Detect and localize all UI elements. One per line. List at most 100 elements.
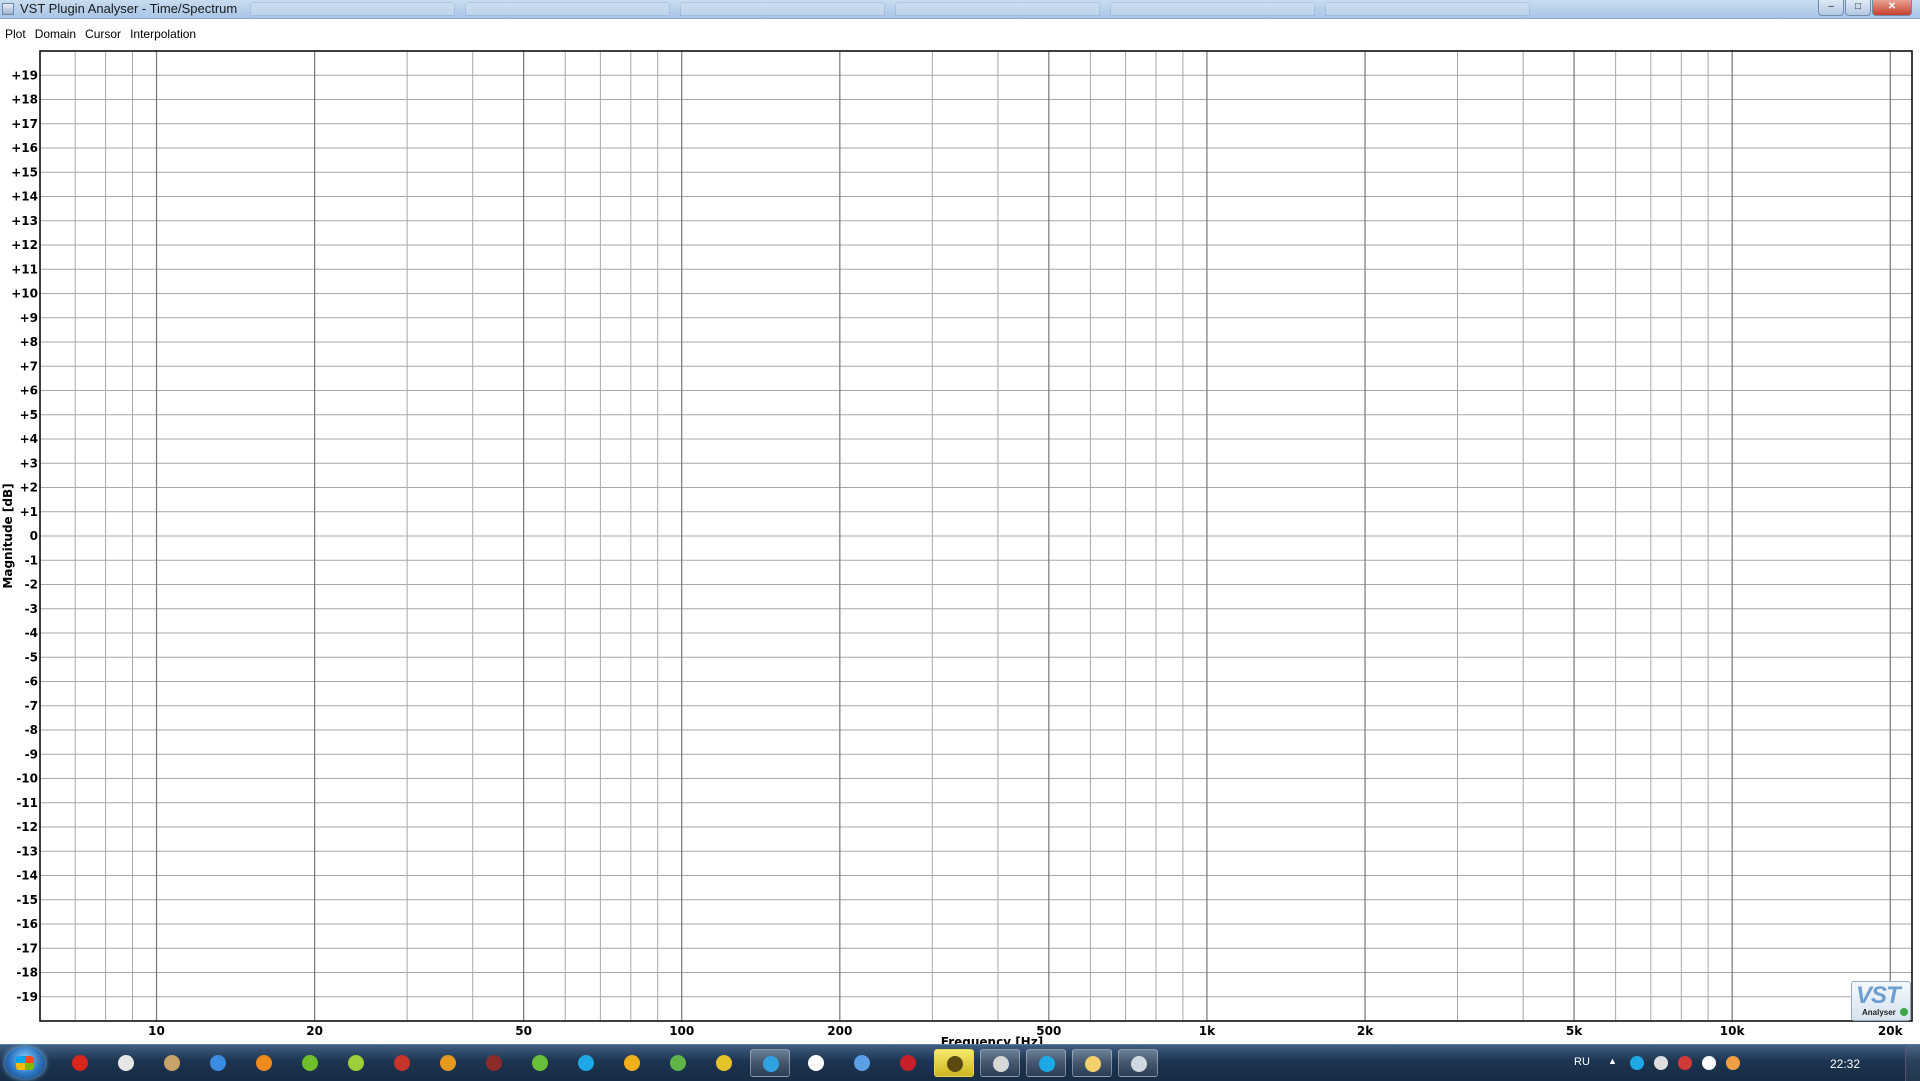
y-tick-label: 0 xyxy=(30,529,38,543)
y-tick-label: +7 xyxy=(20,359,38,373)
red-bird-icon xyxy=(394,1055,410,1071)
speed-tray-icon[interactable] xyxy=(1654,1056,1668,1070)
taskbar-app-button[interactable] xyxy=(980,1049,1020,1077)
taskbar-app-button[interactable] xyxy=(566,1049,606,1077)
green-app-icon xyxy=(302,1055,318,1071)
photo-icon xyxy=(164,1055,180,1071)
orange-app-icon xyxy=(256,1055,272,1071)
y-tick-label: +9 xyxy=(20,311,38,325)
taskbar-app-button[interactable] xyxy=(152,1049,192,1077)
y-tick-label: -13 xyxy=(16,844,38,858)
y-tick-label: -1 xyxy=(25,553,38,567)
y-tick-label: +4 xyxy=(20,432,38,446)
warning-icon xyxy=(624,1055,640,1071)
x-tick-label: 20k xyxy=(1878,1024,1904,1038)
calendar-icon xyxy=(808,1055,824,1071)
taskbar-app-button[interactable] xyxy=(842,1049,882,1077)
bird-icon xyxy=(854,1055,870,1071)
taskbar-app-button[interactable] xyxy=(428,1049,468,1077)
logo-dot-icon xyxy=(1900,1008,1908,1016)
y-tick-label: -15 xyxy=(16,893,38,907)
y-tick-label: -2 xyxy=(25,578,38,592)
game-icon xyxy=(900,1055,916,1071)
y-tick-label: +15 xyxy=(11,165,38,179)
network-tray-icon[interactable] xyxy=(1678,1056,1692,1070)
taskbar-app-button[interactable] xyxy=(106,1049,146,1077)
y-tick-label: -8 xyxy=(25,723,38,737)
taskbar-app-button[interactable] xyxy=(1118,1049,1158,1077)
y-tick-label: +17 xyxy=(11,117,38,131)
taskbar-app-button[interactable] xyxy=(244,1049,284,1077)
plot-grid xyxy=(40,51,1912,1021)
telegram-icon xyxy=(763,1056,779,1072)
explorer-icon xyxy=(1085,1056,1101,1072)
globe-tray-icon[interactable] xyxy=(1726,1056,1740,1070)
y-axis-title: Magnitude [dB] xyxy=(1,483,15,588)
language-indicator[interactable]: RU xyxy=(1574,1056,1590,1068)
x-tick-label: 100 xyxy=(669,1024,694,1038)
taskbar-app-button[interactable] xyxy=(198,1049,238,1077)
y-tick-label: +16 xyxy=(11,141,38,155)
y-axis-ticks: +19+18+17+16+15+14+13+12+11+10+9+8+7+6+5… xyxy=(11,68,38,1004)
lightning-icon xyxy=(210,1055,226,1071)
windows-logo-icon xyxy=(16,1056,34,1070)
y-tick-label: +19 xyxy=(11,68,38,82)
speed-icon xyxy=(993,1056,1009,1072)
skype-tray-icon[interactable] xyxy=(1630,1056,1644,1070)
start-button[interactable] xyxy=(5,1047,45,1079)
taskbar-app-button[interactable] xyxy=(60,1049,100,1077)
clapper-icon xyxy=(947,1056,963,1072)
taskbar-app-button[interactable] xyxy=(336,1049,376,1077)
x-tick-label: 20 xyxy=(306,1024,323,1038)
show-desktop-button[interactable] xyxy=(1905,1045,1920,1081)
y-tick-label: -3 xyxy=(25,602,38,616)
logo-subtext: Analyser xyxy=(1862,1008,1896,1017)
vst-analyser-logo: VST Analyser xyxy=(1851,981,1911,1021)
taskbar-app-button[interactable] xyxy=(290,1049,330,1077)
taskbar-app-button[interactable] xyxy=(888,1049,928,1077)
taskbar-app-button[interactable] xyxy=(750,1049,790,1077)
utorrent-icon xyxy=(532,1055,548,1071)
y-tick-label: -10 xyxy=(16,772,38,786)
taskbar-app-button[interactable] xyxy=(934,1049,974,1077)
recorder-icon xyxy=(486,1055,502,1071)
y-tick-label: -7 xyxy=(25,699,38,713)
y-tick-label: +11 xyxy=(11,262,38,276)
taskbar-app-button[interactable] xyxy=(382,1049,422,1077)
x-tick-label: 5k xyxy=(1566,1024,1583,1038)
taskbar-app-button[interactable] xyxy=(796,1049,836,1077)
clock[interactable]: 22:32 xyxy=(1830,1057,1860,1071)
hand-icon xyxy=(118,1055,134,1071)
shield-icon xyxy=(670,1055,686,1071)
y-tick-label: -6 xyxy=(25,675,38,689)
tray-expand-icon[interactable]: ▲ xyxy=(1608,1056,1617,1066)
taskbar-app-button[interactable] xyxy=(520,1049,560,1077)
y-tick-label: +8 xyxy=(20,335,38,349)
taskbar-app-button[interactable] xyxy=(704,1049,744,1077)
x-tick-label: 2k xyxy=(1357,1024,1374,1038)
spectrum-plot[interactable]: +19+18+17+16+15+14+13+12+11+10+9+8+7+6+5… xyxy=(0,0,1920,1044)
y-tick-label: -16 xyxy=(16,917,38,931)
y-tick-label: +2 xyxy=(20,481,38,495)
taskbar-app-button[interactable] xyxy=(474,1049,514,1077)
y-tick-label: +18 xyxy=(11,93,38,107)
y-tick-label: -19 xyxy=(16,990,38,1004)
skype-icon xyxy=(578,1055,594,1071)
taskbar-app-button[interactable] xyxy=(658,1049,698,1077)
y-tick-label: +5 xyxy=(20,408,38,422)
y-tick-label: -4 xyxy=(25,626,38,640)
analyser-icon xyxy=(1131,1056,1147,1072)
x-tick-label: 1k xyxy=(1199,1024,1216,1038)
x-tick-label: 10 xyxy=(148,1024,165,1038)
y-tick-label: +13 xyxy=(11,214,38,228)
taskbar-app-button[interactable] xyxy=(612,1049,652,1077)
x-tick-label: 50 xyxy=(515,1024,532,1038)
taskbar: RU ▲ 22:32 xyxy=(0,1044,1920,1081)
volume-tray-icon[interactable] xyxy=(1702,1056,1716,1070)
logo-text: VST xyxy=(1856,982,1901,1009)
y-tick-label: -14 xyxy=(16,869,38,883)
taskbar-app-button[interactable] xyxy=(1026,1049,1066,1077)
taskbar-app-button[interactable] xyxy=(1072,1049,1112,1077)
leaf-icon xyxy=(348,1055,364,1071)
y-tick-label: +3 xyxy=(20,456,38,470)
